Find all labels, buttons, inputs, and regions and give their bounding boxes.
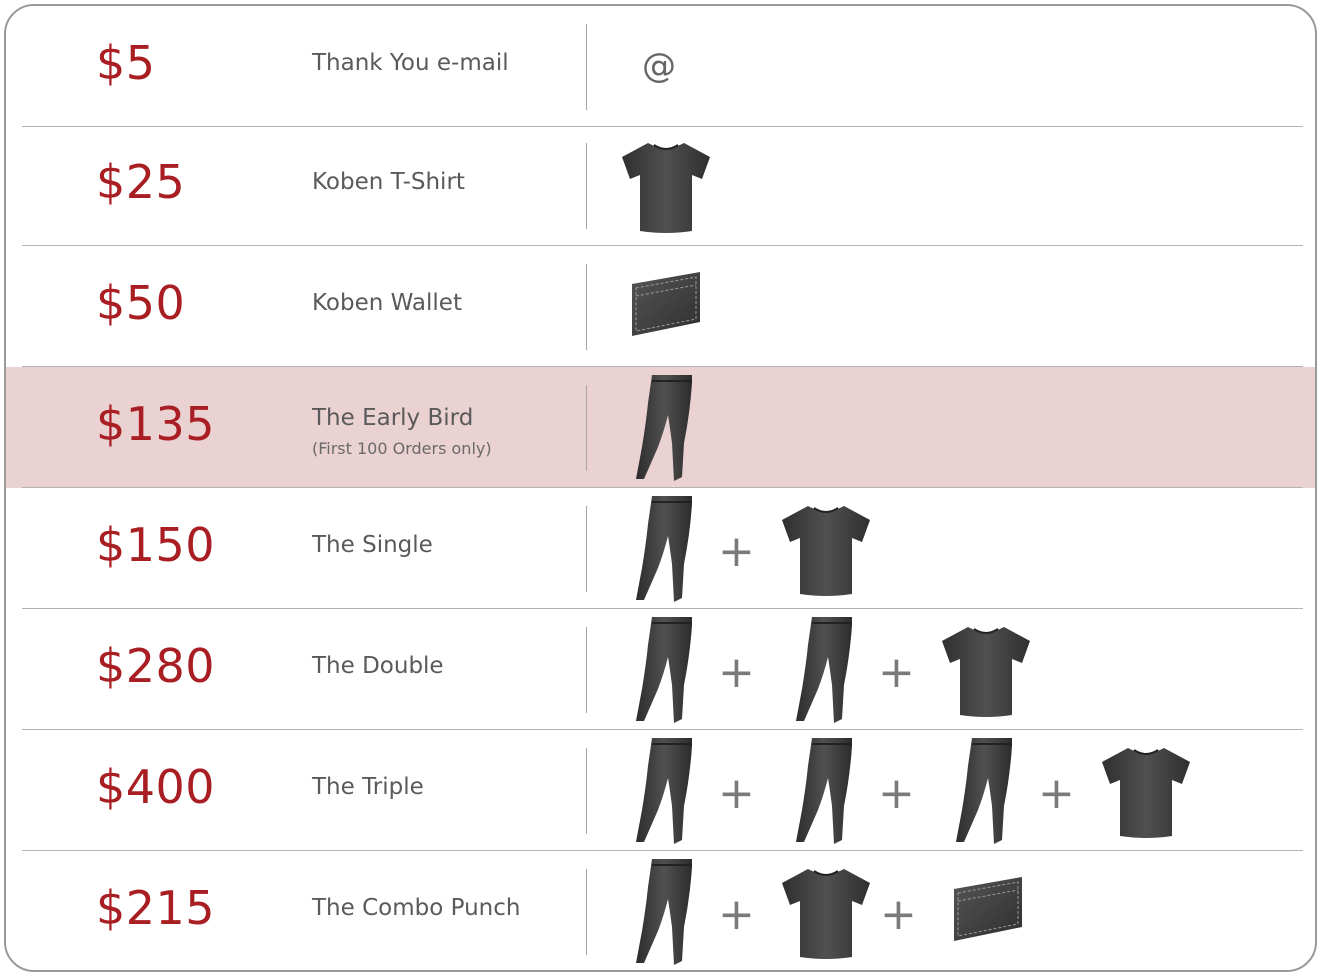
tier-rewards xyxy=(606,246,1306,367)
tier-rewards: + + xyxy=(606,851,1306,970)
tier-row: $150 The Single + xyxy=(6,488,1315,609)
column-divider xyxy=(586,385,587,471)
tier-note: (First 100 Orders only) xyxy=(312,439,492,458)
tier-row: $135 The Early Bird (First 100 Orders only… xyxy=(6,367,1315,488)
tier-price: $25 xyxy=(96,155,186,209)
jeans-icon xyxy=(634,857,698,970)
jeans-icon xyxy=(634,615,698,731)
tier-row: $50 Koben Wallet xyxy=(6,246,1315,367)
tier-name: The Early Bird xyxy=(312,405,474,431)
jeans-icon xyxy=(634,494,698,610)
tier-rewards: @ xyxy=(606,6,1306,127)
tier-name: Koben Wallet xyxy=(312,290,462,316)
tier-rewards: + + + xyxy=(606,730,1306,851)
jeans-icon xyxy=(794,736,858,852)
tier-row: $280 The Double + + xyxy=(6,609,1315,730)
tier-price: $50 xyxy=(96,276,186,330)
tier-price: $400 xyxy=(96,760,216,814)
pledge-tier-table: $5 Thank You e-mail @ $25 Koben T-Shirt $50 K… xyxy=(4,4,1317,972)
plus-icon: + xyxy=(718,526,755,577)
jeans-icon xyxy=(794,615,858,731)
plus-icon: + xyxy=(878,647,915,698)
plus-icon: + xyxy=(718,647,755,698)
jeans-icon xyxy=(634,736,698,852)
tier-name: Koben T-Shirt xyxy=(312,169,465,195)
column-divider xyxy=(586,748,587,834)
tier-price: $215 xyxy=(96,881,216,935)
tshirt-icon xyxy=(780,502,872,602)
tier-name: The Triple xyxy=(312,774,424,800)
tier-price: $280 xyxy=(96,639,216,693)
tier-rewards: + xyxy=(606,488,1306,609)
tier-name: The Double xyxy=(312,653,444,679)
tier-rewards xyxy=(606,367,1306,488)
tshirt-icon xyxy=(940,623,1032,723)
tier-name: The Combo Punch xyxy=(312,895,521,921)
tier-price: $135 xyxy=(96,397,216,451)
column-divider xyxy=(586,869,587,955)
tshirt-icon xyxy=(780,865,872,965)
column-divider xyxy=(586,627,587,713)
tier-name: Thank You e-mail xyxy=(312,50,509,76)
tshirt-icon xyxy=(1100,744,1192,844)
wallet-icon xyxy=(628,270,704,344)
jeans-icon xyxy=(634,373,698,489)
tier-price: $150 xyxy=(96,518,216,572)
tier-row: $25 Koben T-Shirt xyxy=(6,125,1315,246)
wallet-icon xyxy=(950,875,1026,949)
tier-row: $215 The Combo Punch + + xyxy=(6,851,1315,970)
column-divider xyxy=(586,264,587,350)
email-at-icon: @ xyxy=(642,46,676,86)
tier-rewards xyxy=(606,125,1306,246)
tier-row: $400 The Triple + + + xyxy=(6,730,1315,851)
column-divider xyxy=(586,506,587,592)
plus-icon: + xyxy=(718,768,755,819)
column-divider xyxy=(586,143,587,229)
column-divider xyxy=(586,24,587,110)
plus-icon: + xyxy=(880,889,917,940)
tier-price: $5 xyxy=(96,36,156,90)
plus-icon: + xyxy=(718,889,755,940)
tier-name: The Single xyxy=(312,532,433,558)
tier-row: $5 Thank You e-mail @ xyxy=(6,6,1315,127)
tshirt-icon xyxy=(620,139,712,239)
tier-rewards: + + xyxy=(606,609,1306,730)
plus-icon: + xyxy=(1038,768,1075,819)
jeans-icon xyxy=(954,736,1018,852)
plus-icon: + xyxy=(878,768,915,819)
